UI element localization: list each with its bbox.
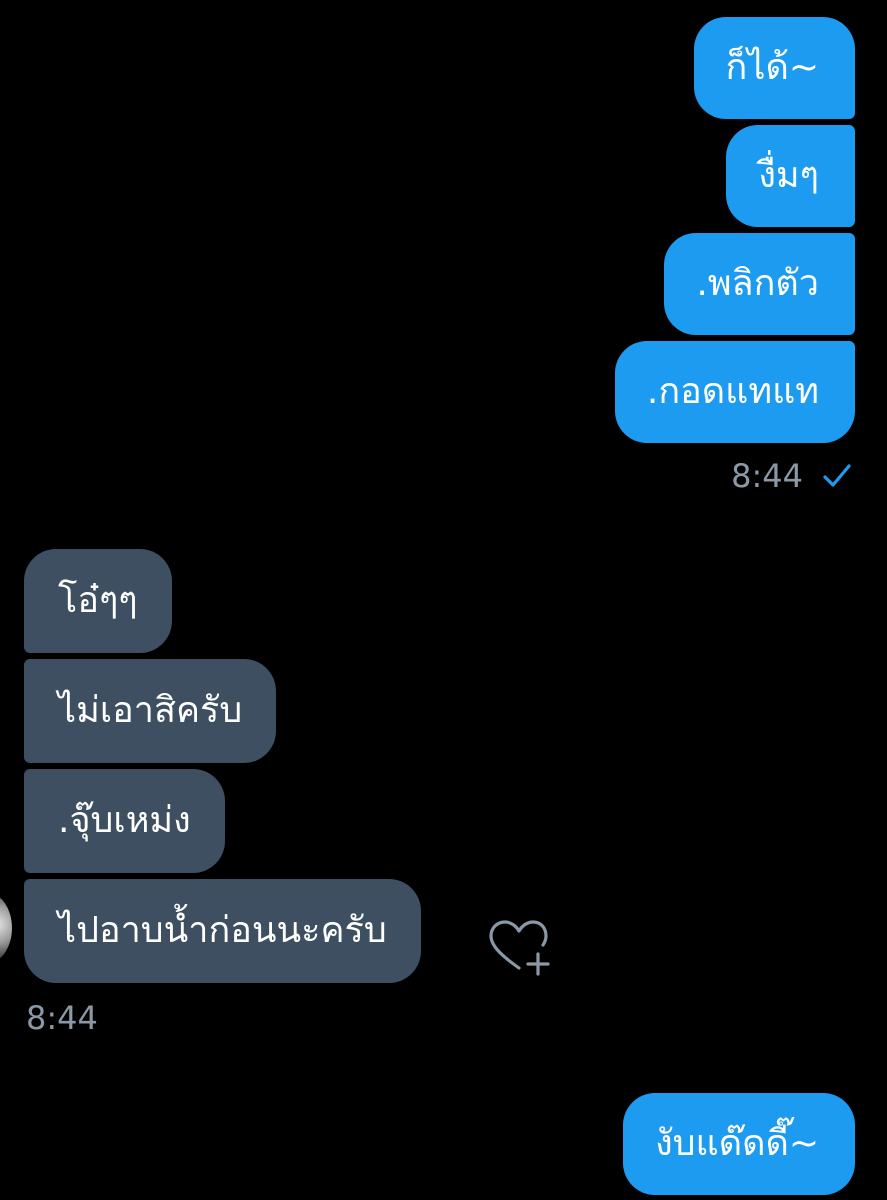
checkmark-icon xyxy=(823,464,851,487)
avatar[interactable] xyxy=(0,892,12,964)
received-message-bubble[interactable]: .จุ๊บเหม่ง xyxy=(24,769,225,873)
heart-plus-icon[interactable] xyxy=(486,918,552,980)
message-timestamp: 8:44 xyxy=(26,999,98,1037)
message-text: .พลิกตัว xyxy=(696,263,819,304)
sent-message-meta: 8:44 xyxy=(731,456,853,496)
received-message-bubble[interactable]: ไปอาบน้ำก่อนนะครับ xyxy=(24,879,421,983)
message-text: ไปอาบน้ำก่อนนะครับ xyxy=(58,910,387,951)
message-text: โอ๋ๆๆ xyxy=(58,580,138,621)
message-text: งื่มๆ xyxy=(758,155,819,196)
message-text: .จุ๊บเหม่ง xyxy=(58,800,191,841)
received-message-bubble[interactable]: โอ๋ๆๆ xyxy=(24,549,172,653)
message-text: ก็ได้~ xyxy=(725,47,819,88)
received-message-bubble[interactable]: ไม่เอาสิครับ xyxy=(24,659,277,763)
sent-message-bubble[interactable]: .กอดแทแท xyxy=(614,341,855,443)
sent-message-bubble[interactable]: .พลิกตัว xyxy=(664,233,855,335)
message-text: .กอดแทแท xyxy=(646,371,819,412)
sent-message-bubble[interactable]: งับแด๊ดดี๊~ xyxy=(623,1093,855,1195)
message-text: ไม่เอาสิครับ xyxy=(58,690,243,731)
sent-message-bubble[interactable]: ก็ได้~ xyxy=(693,17,855,119)
received-message-meta: 8:44 xyxy=(26,998,98,1038)
sent-message-bubble[interactable]: งื่มๆ xyxy=(726,125,855,227)
message-text: งับแด๊ดดี๊~ xyxy=(655,1123,819,1164)
message-timestamp: 8:44 xyxy=(731,457,803,495)
